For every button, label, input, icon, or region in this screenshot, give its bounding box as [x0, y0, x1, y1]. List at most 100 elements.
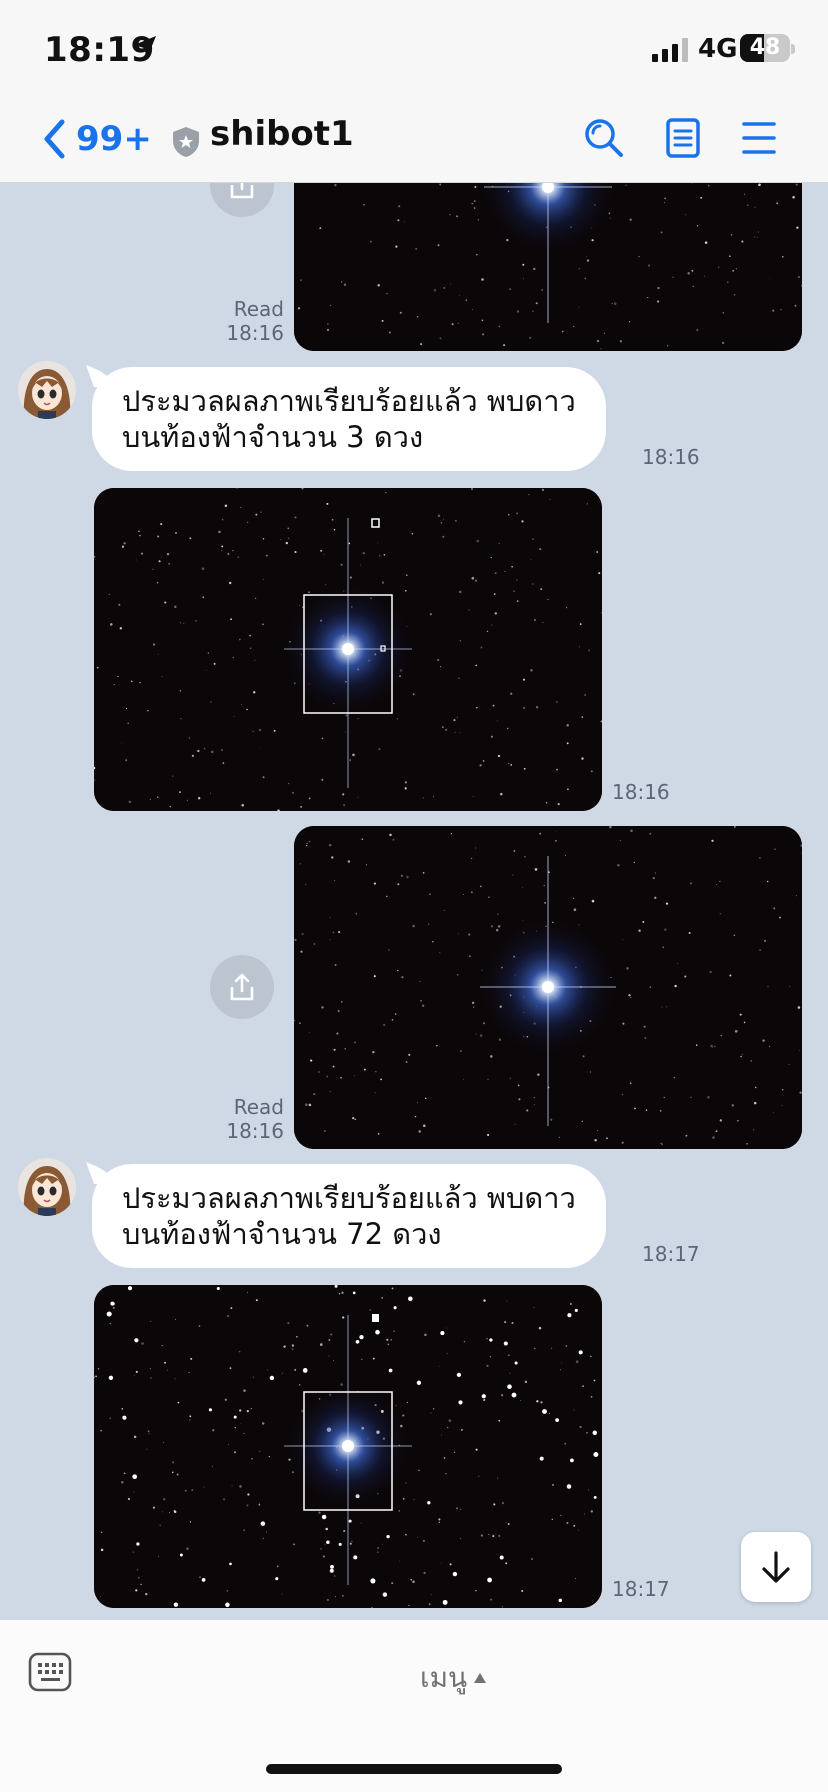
- background-star: [774, 848, 776, 850]
- image-message[interactable]: [94, 1285, 602, 1608]
- background-star: [619, 340, 623, 343]
- detected-star-marker: [499, 1555, 504, 1560]
- background-star: [479, 1034, 483, 1037]
- bot-text-message[interactable]: ประมวลผลภาพเรียบร้อยแล้ว พบดาว บนท้องฟ้า…: [86, 365, 606, 471]
- detected-star-marker: [514, 1361, 518, 1365]
- background-star: [469, 955, 471, 957]
- background-star: [128, 800, 132, 804]
- background-star: [191, 1489, 194, 1492]
- background-star: [430, 1594, 432, 1596]
- background-star: [320, 1343, 323, 1346]
- background-star: [333, 1048, 336, 1051]
- background-star: [152, 643, 156, 646]
- background-star: [542, 621, 544, 623]
- chat-area[interactable]: Read 18:16 ประมวลผลภาพเรียบร้อยแล้ว พบดา…: [0, 183, 828, 1620]
- background-star: [535, 705, 539, 709]
- background-star: [798, 1049, 800, 1051]
- background-star: [330, 1333, 333, 1336]
- detected-star-marker: [489, 1338, 493, 1342]
- share-button[interactable]: [210, 183, 274, 217]
- background-star: [652, 876, 655, 880]
- background-star: [251, 1458, 253, 1460]
- notes-icon[interactable]: [666, 118, 700, 158]
- bot-text-message[interactable]: ประมวลผลภาพเรียบร้อยแล้ว พบดาว บนท้องฟ้า…: [86, 1162, 606, 1268]
- background-star: [100, 1548, 104, 1552]
- background-star: [326, 1598, 330, 1602]
- background-star: [399, 311, 402, 314]
- background-star: [329, 917, 331, 919]
- background-star: [221, 545, 224, 548]
- image-message[interactable]: [94, 488, 602, 811]
- rich-menu-toggle[interactable]: เมนู: [420, 1656, 487, 1700]
- background-star: [396, 718, 399, 720]
- background-star: [265, 554, 268, 557]
- background-star: [480, 885, 482, 888]
- background-star: [508, 1354, 510, 1356]
- background-star: [397, 219, 400, 222]
- background-star: [428, 893, 431, 896]
- background-star: [538, 1326, 542, 1330]
- background-star: [232, 549, 234, 552]
- hamburger-menu-icon[interactable]: [742, 118, 776, 158]
- bot-avatar[interactable]: [18, 361, 76, 419]
- background-star: [501, 1502, 504, 1505]
- background-star: [487, 1078, 489, 1081]
- background-star: [438, 1521, 440, 1523]
- background-star: [758, 183, 761, 187]
- background-star: [299, 863, 302, 865]
- keyboard-icon[interactable]: [28, 1650, 72, 1694]
- message-text-line: บนท้องฟ้าจำนวน 3 ดวง: [122, 420, 424, 454]
- background-star: [313, 943, 316, 945]
- background-star: [696, 329, 699, 332]
- background-star: [496, 1477, 499, 1479]
- background-star: [296, 1336, 298, 1338]
- background-star: [189, 1419, 191, 1421]
- background-star: [661, 1143, 663, 1145]
- background-star: [161, 1511, 163, 1513]
- background-star: [354, 1118, 356, 1121]
- background-star: [442, 726, 444, 728]
- background-star: [333, 528, 336, 531]
- detected-star-marker: [355, 1339, 360, 1344]
- background-star: [590, 770, 593, 773]
- back-button[interactable]: 99+: [42, 116, 152, 162]
- image-message[interactable]: [294, 826, 802, 1149]
- detected-star-marker: [201, 1578, 206, 1582]
- background-star: [406, 1401, 409, 1404]
- image-message[interactable]: [294, 183, 802, 351]
- background-star: [393, 1330, 395, 1332]
- background-star: [498, 1534, 501, 1538]
- scroll-to-bottom-button[interactable]: [741, 1532, 811, 1602]
- background-star: [630, 996, 632, 999]
- background-star: [158, 560, 161, 563]
- bot-avatar[interactable]: [18, 1158, 76, 1216]
- detected-star-marker: [593, 1495, 597, 1499]
- share-button[interactable]: [210, 955, 274, 1019]
- background-star: [109, 1417, 111, 1419]
- background-star: [443, 287, 445, 289]
- background-star: [306, 1146, 308, 1148]
- search-icon[interactable]: [584, 118, 624, 158]
- background-star: [526, 1109, 529, 1112]
- background-star: [731, 1104, 735, 1107]
- background-star: [250, 1407, 252, 1409]
- background-star: [533, 1096, 536, 1099]
- background-star: [476, 539, 480, 543]
- background-star: [100, 1429, 103, 1432]
- background-star: [197, 749, 200, 753]
- background-star: [516, 310, 520, 313]
- background-star: [224, 1398, 227, 1401]
- message-time: 18:16: [612, 780, 670, 804]
- background-star: [733, 934, 736, 937]
- background-star: [629, 218, 632, 221]
- background-star: [332, 1359, 334, 1361]
- background-star: [161, 556, 163, 558]
- background-star: [261, 1422, 265, 1425]
- background-star: [584, 694, 586, 696]
- background-star: [556, 768, 558, 771]
- background-star: [310, 1059, 313, 1062]
- background-star: [198, 1325, 201, 1327]
- background-star: [121, 1408, 124, 1410]
- background-star: [372, 1357, 375, 1360]
- background-star: [255, 597, 257, 599]
